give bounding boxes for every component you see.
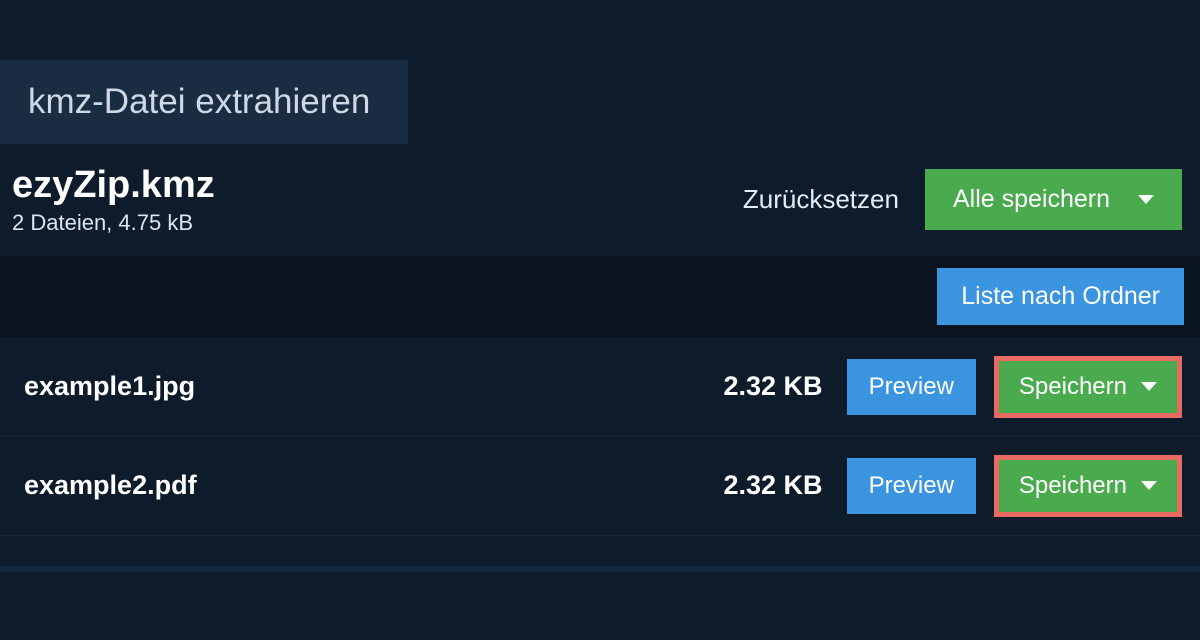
file-header: ezyZip.kmz 2 Dateien, 4.75 kB Zurücksetz…: [0, 144, 1200, 256]
save-all-button[interactable]: Alle speichern: [925, 169, 1182, 230]
preview-button[interactable]: Preview: [847, 359, 976, 415]
save-all-label: Alle speichern: [953, 185, 1110, 214]
table-header: Liste nach Ordner: [0, 256, 1200, 338]
reset-button[interactable]: Zurücksetzen: [743, 184, 899, 215]
preview-label: Preview: [869, 373, 954, 401]
caret-down-icon: [1138, 195, 1154, 204]
tab-bar: kmz-Datei extrahieren: [0, 0, 1200, 144]
save-label: Speichern: [1019, 472, 1127, 500]
caret-down-icon: [1141, 382, 1157, 391]
preview-button[interactable]: Preview: [847, 458, 976, 514]
preview-label: Preview: [869, 472, 954, 500]
extract-panel: kmz-Datei extrahieren ezyZip.kmz 2 Datei…: [0, 0, 1200, 572]
save-highlight: Speichern: [994, 356, 1182, 418]
divider: [0, 566, 1200, 572]
file-size: 2.32 KB: [724, 470, 823, 501]
table-row: example1.jpg 2.32 KB Preview Speichern: [0, 338, 1200, 437]
archive-name: ezyZip.kmz: [12, 164, 215, 208]
folder-view-button[interactable]: Liste nach Ordner: [937, 268, 1184, 325]
tab-extract[interactable]: kmz-Datei extrahieren: [0, 60, 408, 144]
save-highlight: Speichern: [994, 455, 1182, 517]
folder-view-label: Liste nach Ordner: [961, 282, 1160, 311]
file-size: 2.32 KB: [724, 371, 823, 402]
file-info: ezyZip.kmz 2 Dateien, 4.75 kB: [12, 164, 215, 236]
save-label: Speichern: [1019, 373, 1127, 401]
table-row: example2.pdf 2.32 KB Preview Speichern: [0, 437, 1200, 536]
save-button[interactable]: Speichern: [999, 460, 1177, 512]
filename: example1.jpg: [24, 371, 706, 402]
filename: example2.pdf: [24, 470, 706, 501]
tab-label: kmz-Datei extrahieren: [28, 82, 370, 121]
archive-meta: 2 Dateien, 4.75 kB: [12, 210, 215, 236]
header-actions: Zurücksetzen Alle speichern: [743, 169, 1182, 230]
caret-down-icon: [1141, 481, 1157, 490]
reset-label: Zurücksetzen: [743, 184, 899, 214]
save-button[interactable]: Speichern: [999, 361, 1177, 413]
